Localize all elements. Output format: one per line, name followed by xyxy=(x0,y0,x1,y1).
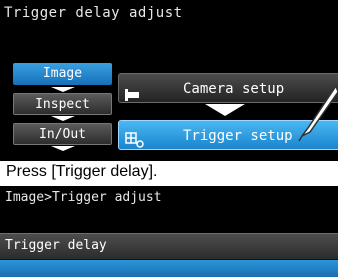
chevron-down-icon xyxy=(50,146,75,151)
trigger-delay-label: Trigger delay xyxy=(5,238,107,253)
stylus-pointer-icon xyxy=(298,84,338,142)
camera-setup-label: Camera setup xyxy=(183,81,285,97)
instruction-caption: Press [Trigger delay]. xyxy=(6,163,158,180)
chevron-down-icon xyxy=(50,87,75,92)
side-menu-image-button[interactable]: Image xyxy=(13,63,112,92)
flow-arrow-icon xyxy=(205,104,245,116)
side-menu-inspect-button[interactable]: Inspect xyxy=(13,93,112,121)
side-menu-inout-label: In/Out xyxy=(39,127,86,142)
chevron-down-icon xyxy=(50,116,75,121)
top-screen: Trigger delay adjust Image Inspect In/Ou… xyxy=(0,0,338,161)
next-row-highlight[interactable] xyxy=(0,260,338,277)
trigger-setup-label: Trigger setup xyxy=(183,128,293,144)
bottom-screen: Image>Trigger adjust Trigger delay xyxy=(0,186,338,277)
side-menu-inout-button[interactable]: In/Out xyxy=(13,123,112,151)
trigger-delay-row[interactable]: Trigger delay xyxy=(0,233,338,260)
breadcrumb: Image>Trigger adjust xyxy=(5,190,162,205)
camera-bracket-icon xyxy=(125,82,141,112)
trigger-gear-icon xyxy=(125,129,145,159)
side-menu-inspect-label: Inspect xyxy=(35,97,90,112)
side-menu-image-label: Image xyxy=(42,66,83,81)
screen-title: Trigger delay adjust xyxy=(4,5,183,21)
